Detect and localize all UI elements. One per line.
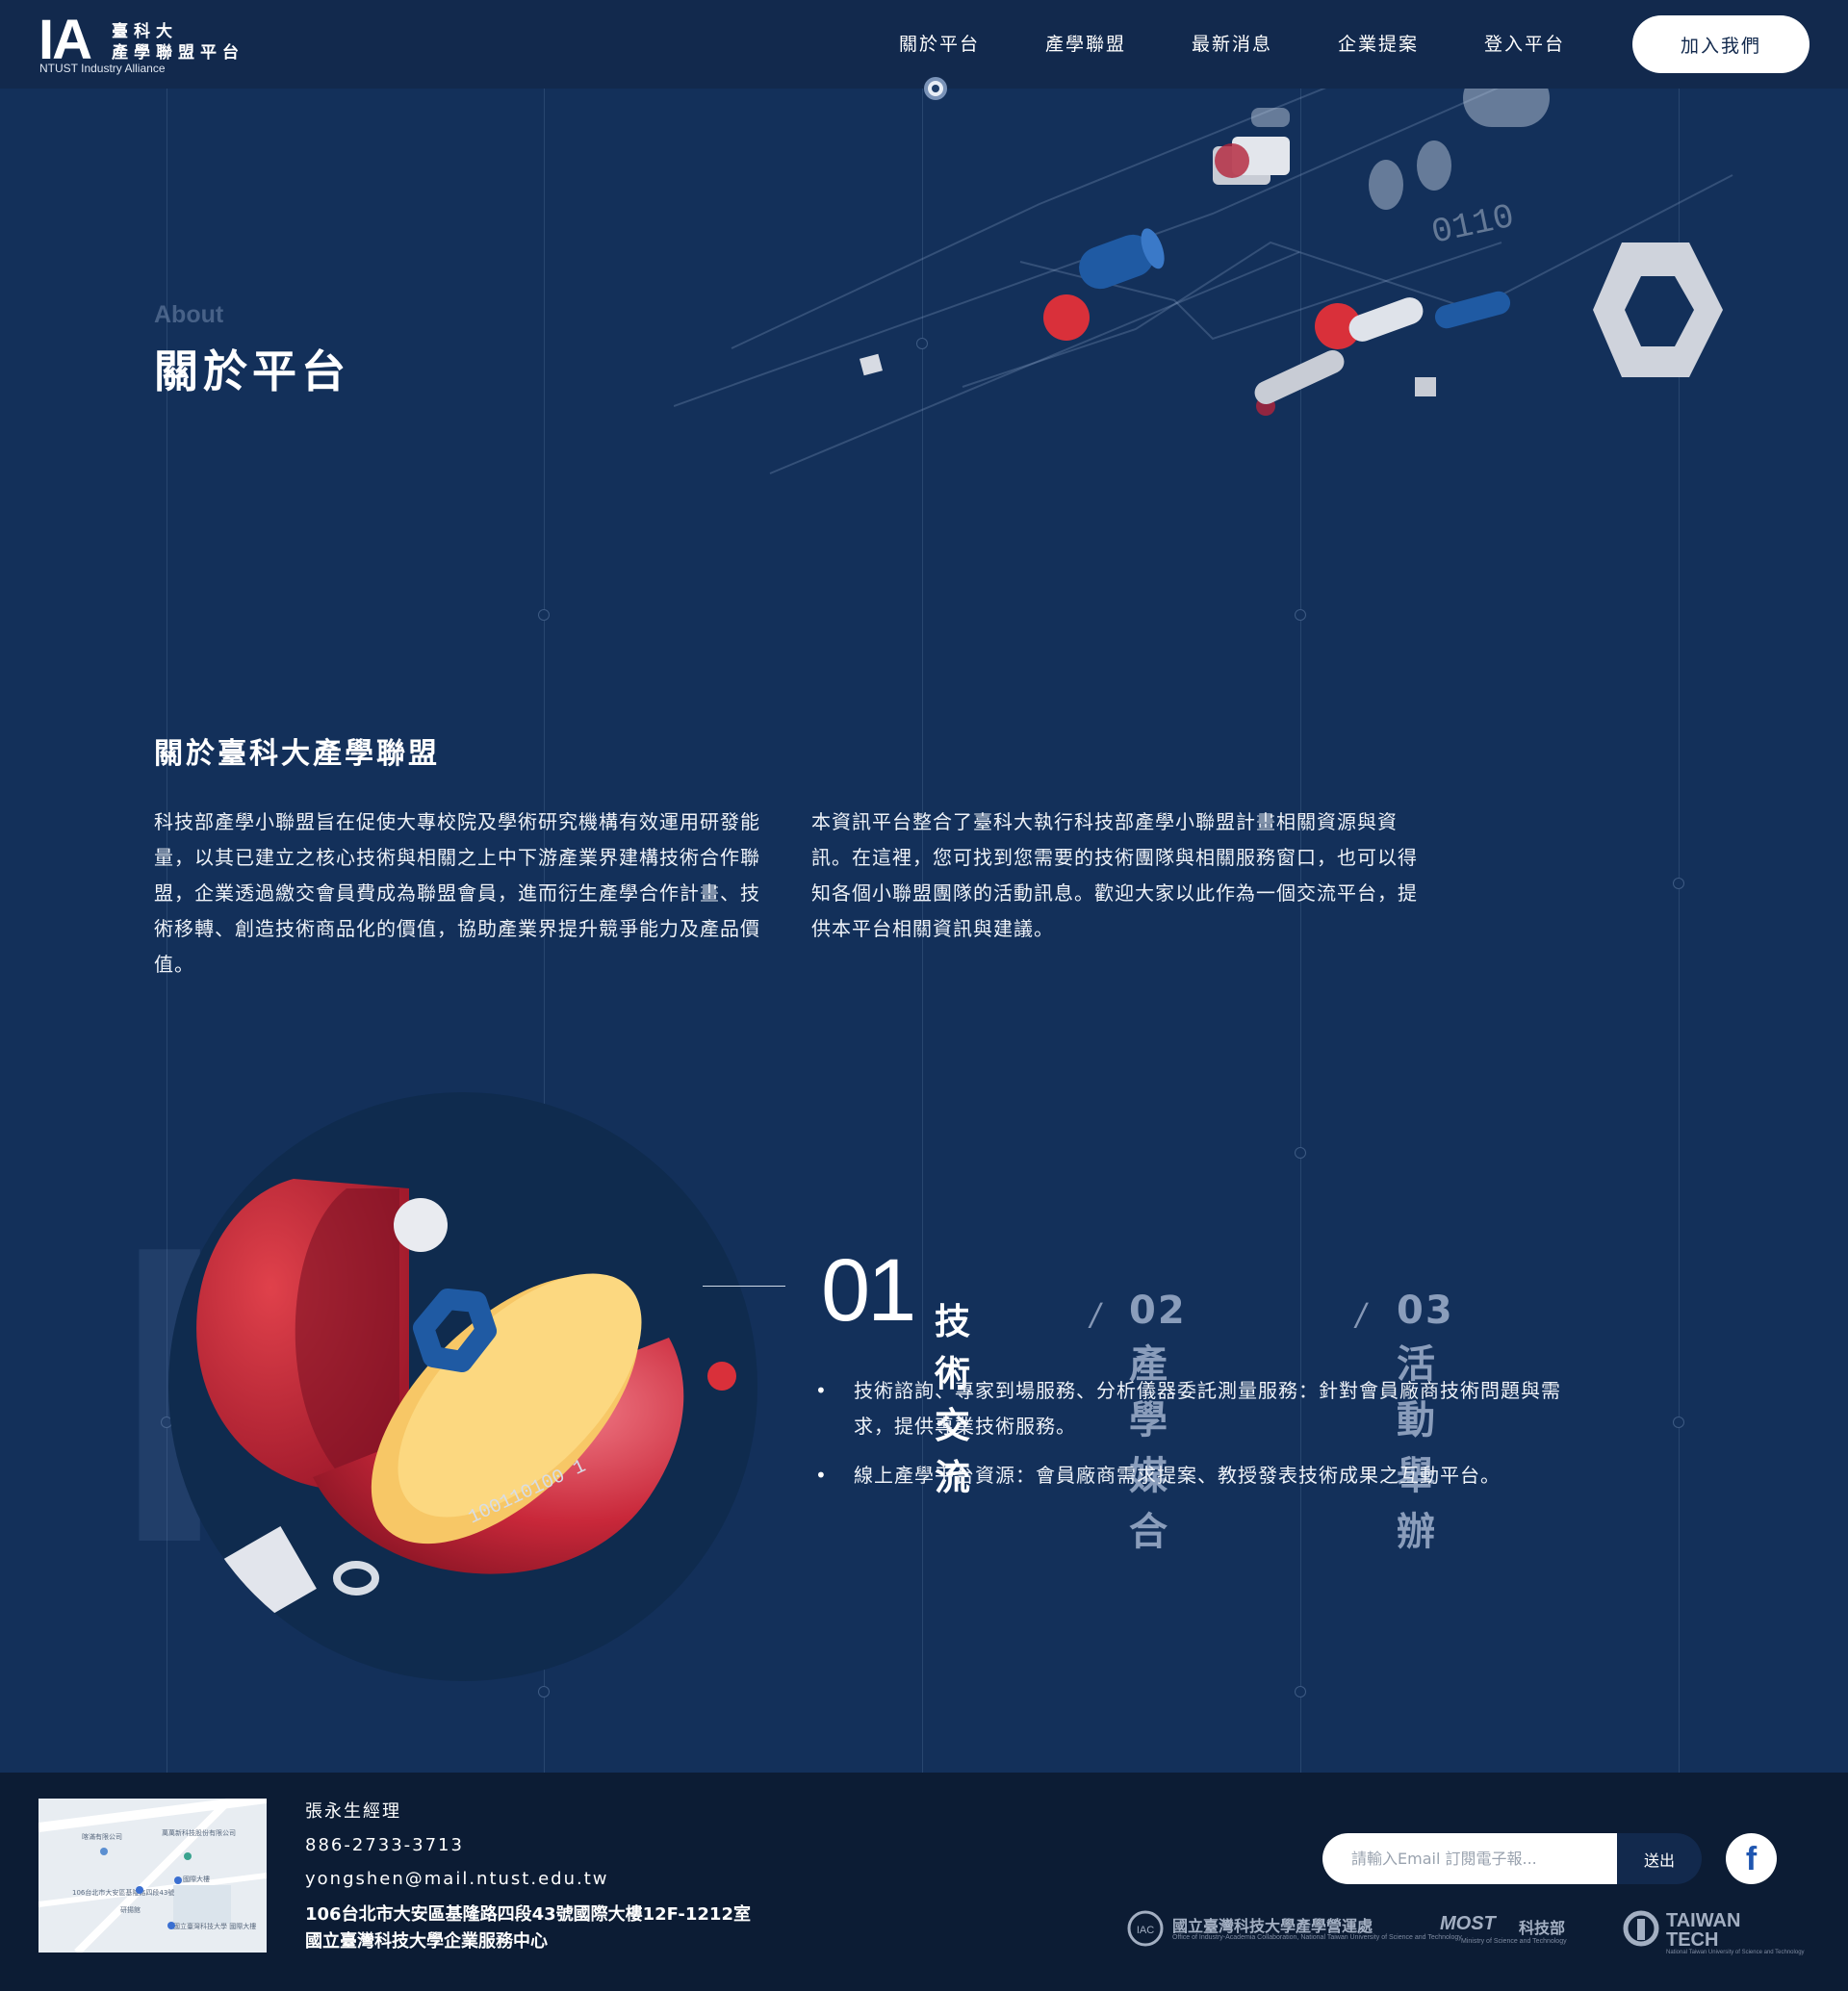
address: 106台北市大安區基隆路四段43號國際大樓12F-1212室 國立臺灣科技大學企…	[305, 1902, 751, 1955]
svg-text:國際大樓: 國際大樓	[183, 1875, 210, 1883]
partner-logo-taiwan-tech[interactable]: TAIWAN TECH National Taiwan University o…	[1622, 1909, 1805, 1957]
about-paragraph-1: 科技部產學小聯盟旨在促使大專校院及學術研究機構有效運用研發能量，以其已建立之核心…	[154, 810, 760, 976]
about-paragraph-2: 本資訊平台整合了臺科大執行科技部產學小聯盟計畫相關資源與資訊。在這裡，您可找到您…	[811, 810, 1418, 940]
logo-title-line2: 產學聯盟平台	[112, 43, 244, 63]
feature-bullet-list: 技術諮詢、專家到場服務、分析儀器委託測量服務：針對會員廠商技術問題與需求，提供專…	[811, 1373, 1581, 1507]
nav-item-proposal[interactable]: 企業提案	[1305, 0, 1451, 89]
svg-text:喀滿有限公司: 喀滿有限公司	[82, 1832, 122, 1841]
list-item: 線上產學平台資源：會員廠商需求提案、教授發表技術成果之互動平台。	[811, 1458, 1581, 1493]
partner-logo-iac[interactable]: IAC 國立臺灣科技大學產學營運處 Office of Industry-Aca…	[1126, 1909, 1462, 1957]
site-logo[interactable]: IA 臺科大 產學聯盟平台 NTUST Industry Alliance	[38, 10, 289, 81]
partner-subtitle: National Taiwan University of Science an…	[1666, 1950, 1805, 1955]
facebook-icon[interactable]: f	[1726, 1833, 1777, 1884]
tab-number-active[interactable]: 01	[821, 1246, 916, 1335]
svg-text:國立臺灣科技大學 國際大樓: 國立臺灣科技大學 國際大樓	[173, 1922, 256, 1930]
main-nav: 關於平台 產學聯盟 最新消息 企業提案 登入平台	[866, 0, 1598, 89]
grid-node	[538, 1686, 550, 1697]
hero-illustration: 0110	[674, 89, 1733, 474]
partner-subtitle: Ministry of Science and Technology	[1461, 1938, 1567, 1945]
partner-name: 國立臺灣科技大學產學營運處	[1172, 1917, 1373, 1935]
contact-info: 張永生經理 886-2733-3713 yongshen@mail.ntust.…	[305, 1795, 609, 1896]
partner-name: 科技部	[1519, 1919, 1566, 1937]
newsletter-email-input[interactable]	[1322, 1833, 1617, 1884]
nav-item-news[interactable]: 最新消息	[1159, 0, 1305, 89]
most-mark: MOST	[1440, 1913, 1496, 1934]
grid-node	[1673, 878, 1684, 889]
section-title: 關於臺科大產學聯盟	[154, 737, 440, 771]
address-line: 106台北市大安區基隆路四段43號國際大樓12F-1212室	[305, 1904, 751, 1925]
grid-node	[1295, 1147, 1306, 1159]
address-line: 國立臺灣科技大學企業服務中心	[305, 1931, 548, 1952]
tab-separator: /	[1087, 1296, 1105, 1333]
contact-phone[interactable]: 886-2733-3713	[305, 1828, 609, 1862]
hex-nut	[1593, 242, 1723, 377]
taiwan-tech-icon	[1623, 1910, 1659, 1947]
svg-text:萬萬新科技股份有限公司: 萬萬新科技股份有限公司	[162, 1828, 236, 1837]
location-map[interactable]: 喀滿有限公司 萬萬新科技股份有限公司 國際大樓 106台北市大安區基隆路四段43…	[38, 1799, 267, 1953]
partner-logo-most[interactable]: MOST 科技部 Ministry of Science and Technol…	[1440, 1909, 1594, 1957]
site-header: IA 臺科大 產學聯盟平台 NTUST Industry Alliance 關於…	[0, 0, 1848, 89]
page-title: 關於平台	[154, 345, 350, 397]
partner-name: TAIWAN TECH	[1666, 1910, 1741, 1951]
join-button[interactable]: 加入我們	[1632, 15, 1810, 73]
hero-eyebrow: About	[154, 301, 224, 328]
svg-text:研揚館: 研揚館	[120, 1905, 141, 1914]
grid-node	[1295, 609, 1306, 621]
grid-node	[538, 609, 550, 621]
capsule-illustration: 100110100 1	[196, 1179, 736, 1625]
partner-subtitle: Office of Industry-Academia Collaboratio…	[1172, 1934, 1462, 1941]
grid-node	[1673, 1417, 1684, 1428]
list-item: 技術諮詢、專家到場服務、分析儀器委託測量服務：針對會員廠商技術問題與需求，提供專…	[811, 1373, 1581, 1444]
contact-email[interactable]: yongshen@mail.ntust.edu.tw	[305, 1862, 609, 1896]
newsletter-submit-button[interactable]: 送出	[1617, 1833, 1702, 1884]
grid-node	[1295, 1686, 1306, 1697]
site-footer: 喀滿有限公司 萬萬新科技股份有限公司 國際大樓 106台北市大安區基隆路四段43…	[0, 1773, 1848, 1991]
logo-subtitle: NTUST Industry Alliance	[39, 62, 166, 75]
connector-line	[703, 1286, 785, 1287]
svg-text:0110: 0110	[1428, 197, 1518, 253]
nav-item-login[interactable]: 登入平台	[1451, 0, 1598, 89]
feature-illustration: 100110100 1	[168, 1092, 757, 1681]
tab-separator: /	[1352, 1296, 1371, 1333]
iac-icon: IAC	[1127, 1910, 1164, 1947]
svg-text:106台北市大安區基隆路四段43號: 106台北市大安區基隆路四段43號	[72, 1888, 174, 1897]
nav-item-about[interactable]: 關於平台	[866, 0, 1013, 89]
contact-name: 張永生經理	[305, 1801, 401, 1822]
nav-item-alliance[interactable]: 產學聯盟	[1013, 0, 1159, 89]
svg-text:IAC: IAC	[1137, 1925, 1154, 1936]
